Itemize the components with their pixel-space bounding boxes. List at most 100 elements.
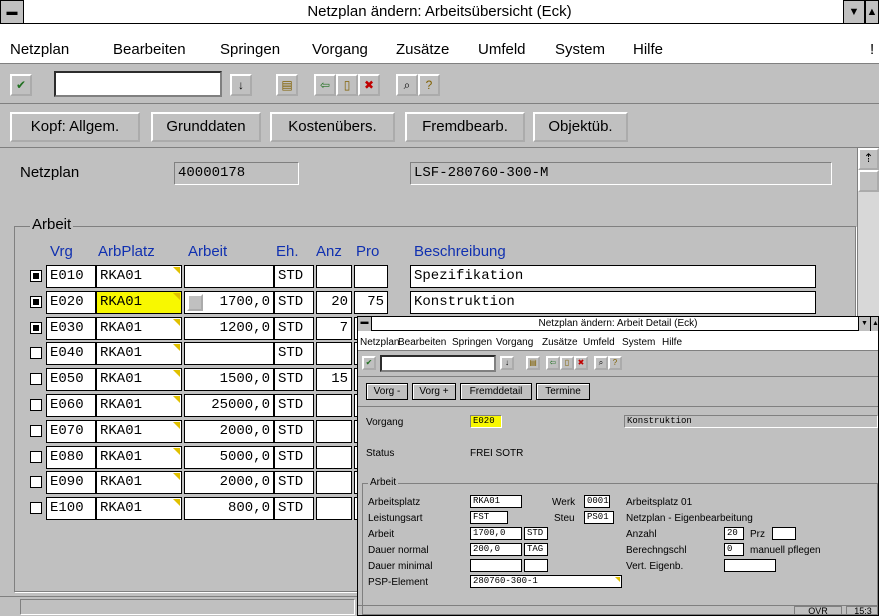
detail-minimize-icon[interactable]: ▼ (858, 317, 870, 331)
dauer-minimal-unit-field[interactable] (524, 559, 548, 572)
detail-menu-netzplan[interactable]: Netzplan (360, 337, 399, 348)
anz-cell[interactable] (316, 265, 352, 288)
menu-vorgang[interactable]: Vorgang (312, 41, 368, 58)
eh-cell[interactable]: STD (274, 497, 314, 520)
kopf-allgem-button[interactable]: Kopf: Allgem. (10, 112, 140, 142)
arbplatz-cell[interactable]: RKA01 (96, 342, 182, 365)
arbplatz-cell[interactable]: RKA01 (96, 497, 182, 520)
arbeit-cell[interactable] (184, 265, 274, 288)
row-select-checkbox[interactable] (30, 322, 42, 334)
eh-cell[interactable]: STD (274, 317, 314, 340)
arbeit-cell[interactable]: 1500,0 (184, 368, 274, 391)
maximize-icon[interactable]: ▲ (865, 0, 879, 24)
anz-cell[interactable] (316, 394, 352, 417)
minimize-icon[interactable]: ▼ (843, 0, 865, 24)
anz-cell[interactable]: 7 (316, 317, 352, 340)
dauer-normal-field[interactable]: 200,0 (470, 543, 522, 556)
grunddaten-button[interactable]: Grunddaten (151, 112, 261, 142)
detail-find-icon[interactable]: ⌕ (594, 356, 608, 370)
arbeit-cell[interactable]: 1700,0 (184, 291, 274, 314)
scroll-thumb[interactable] (858, 170, 879, 192)
vrg-cell[interactable]: E100 (46, 497, 96, 520)
arbeit-cell[interactable]: 5000,0 (184, 446, 274, 469)
menu-netzplan[interactable]: Netzplan (10, 41, 69, 58)
anzahl-field[interactable]: 20 (724, 527, 744, 540)
menu-system[interactable]: System (555, 41, 605, 58)
detail-menu-zusaetze[interactable]: Zusätze (542, 337, 578, 348)
arbeit-cell[interactable]: 1200,0 (184, 317, 274, 340)
detail-menu-springen[interactable]: Springen (452, 337, 492, 348)
objektueb-button[interactable]: Objektüb. (533, 112, 628, 142)
arbplatz-cell[interactable]: RKA01 (96, 446, 182, 469)
eh-cell[interactable]: STD (274, 446, 314, 469)
find-next-icon[interactable]: ? (418, 74, 440, 96)
detail-cancel-icon[interactable]: ✖ (574, 356, 588, 370)
row-select-checkbox[interactable] (30, 270, 42, 282)
vrg-cell[interactable]: E080 (46, 446, 96, 469)
detail-maximize-icon[interactable]: ▲ (870, 317, 878, 331)
arbeit-cell[interactable]: 2000,0 (184, 471, 274, 494)
vrg-cell[interactable]: E090 (46, 471, 96, 494)
detail-menu-vorgang[interactable]: Vorgang (496, 337, 533, 348)
prz-field[interactable] (772, 527, 796, 540)
steu-field[interactable]: PS01 (584, 511, 614, 524)
psp-field[interactable]: 280760-300-1 (470, 575, 622, 588)
arbeit-cell[interactable]: 25000,0 (184, 394, 274, 417)
berechnung-field[interactable]: 0 (724, 543, 744, 556)
command-field[interactable] (54, 71, 222, 97)
vrg-cell[interactable]: E030 (46, 317, 96, 340)
arbeit-cell[interactable]: 2000,0 (184, 420, 274, 443)
arbplatz-cell[interactable]: RKA01 (96, 394, 182, 417)
anz-cell[interactable] (316, 342, 352, 365)
detail-command-field[interactable] (380, 355, 496, 372)
anz-cell[interactable]: 20 (316, 291, 352, 314)
row-select-checkbox[interactable] (30, 347, 42, 359)
row-select-checkbox[interactable] (30, 399, 42, 411)
exit-icon[interactable]: ▯ (336, 74, 358, 96)
beschreibung-cell[interactable]: Spezifikation (410, 265, 816, 288)
menu-springen[interactable]: Springen (220, 41, 280, 58)
row-select-checkbox[interactable] (30, 476, 42, 488)
anz-cell[interactable] (316, 471, 352, 494)
eh-cell[interactable]: STD (274, 471, 314, 494)
vrg-cell[interactable]: E060 (46, 394, 96, 417)
fremddetail-button[interactable]: Fremddetail (460, 383, 532, 400)
arbeit-field[interactable]: 1700,0 (470, 527, 522, 540)
arbplatz-cell[interactable]: RKA01 (96, 291, 182, 314)
row-select-checkbox[interactable] (30, 373, 42, 385)
arbplatz-cell[interactable]: RKA01 (96, 471, 182, 494)
scroll-up-icon[interactable]: ⇡ (858, 148, 879, 170)
werk-field[interactable]: 0001 (584, 495, 610, 508)
detail-back-icon[interactable]: ⇦ (546, 356, 560, 370)
vorg-plus-button[interactable]: Vorg + (412, 383, 456, 400)
row-select-checkbox[interactable] (30, 296, 42, 308)
eh-cell[interactable]: STD (274, 394, 314, 417)
fremdbearb-button[interactable]: Fremdbearb. (405, 112, 525, 142)
pro-cell[interactable] (354, 265, 388, 288)
vrg-cell[interactable]: E070 (46, 420, 96, 443)
detail-menu-bearbeiten[interactable]: Bearbeiten (398, 337, 446, 348)
vrg-cell[interactable]: E050 (46, 368, 96, 391)
arbplatz-cell[interactable]: RKA01 (96, 265, 182, 288)
detail-menu-hilfe[interactable]: Hilfe (662, 337, 682, 348)
menu-zusaetze[interactable]: Zusätze (396, 41, 449, 58)
arbplatz-cell[interactable]: RKA01 (96, 420, 182, 443)
anz-cell[interactable]: 15 (316, 368, 352, 391)
arbeit-cell[interactable]: 800,0 (184, 497, 274, 520)
eh-cell[interactable]: STD (274, 291, 314, 314)
vert-field[interactable] (724, 559, 776, 572)
leistungsart-field[interactable]: FST (470, 511, 508, 524)
back-icon[interactable]: ⇦ (314, 74, 336, 96)
vrg-cell[interactable]: E020 (46, 291, 96, 314)
save-icon[interactable]: ▤ (276, 74, 298, 96)
detail-dropdown-icon[interactable]: ↓ (500, 356, 514, 370)
menu-umfeld[interactable]: Umfeld (478, 41, 526, 58)
anz-cell[interactable] (316, 497, 352, 520)
beschreibung-cell[interactable]: Konstruktion (410, 291, 816, 314)
dauer-unit-field[interactable]: TAG (524, 543, 548, 556)
detail-menu-umfeld[interactable]: Umfeld (583, 337, 615, 348)
find-icon[interactable]: ⌕ (396, 74, 418, 96)
detail-exit-icon[interactable]: ▯ (560, 356, 574, 370)
row-select-checkbox[interactable] (30, 425, 42, 437)
arbeit-unit-field[interactable]: STD (524, 527, 548, 540)
